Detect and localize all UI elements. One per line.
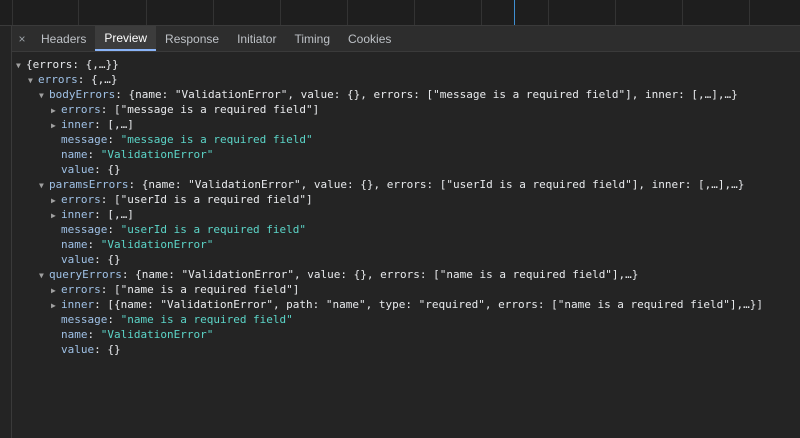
json-preview-tree: ▼ {errors: {,…}} ▼ errors: {,…} ▼ bodyError…: [12, 52, 800, 438]
string-value: "ValidationError": [100, 328, 214, 341]
root-preview: {errors: {,…}}: [26, 58, 119, 71]
close-icon[interactable]: ×: [12, 26, 32, 51]
tree-row-bodyerrors-value: value: {}: [61, 163, 121, 176]
property-key: errors: [61, 103, 101, 116]
property-key: name: [61, 238, 88, 251]
timeline-gridline: [414, 0, 415, 25]
tree-row-paramserrors-errors[interactable]: ▶ errors: ["userId is a required field"]: [12, 192, 800, 207]
tree-row-bodyerrors-name: name: "ValidationError": [61, 148, 214, 161]
property-preview: {,…}: [91, 73, 118, 86]
expanded-triangle-icon[interactable]: ▼: [39, 268, 49, 283]
property-preview: ["message is a required field"]: [114, 103, 320, 116]
property-key: errors: [61, 193, 101, 206]
tab-headers[interactable]: Headers: [32, 26, 95, 51]
string-value: "ValidationError": [100, 148, 214, 161]
property-key: value: [61, 343, 95, 356]
property-key: name: [61, 328, 88, 341]
expanded-triangle-icon[interactable]: ▼: [16, 58, 26, 73]
string-value: "ValidationError": [100, 238, 214, 251]
tree-row-paramserrors-value: value: {}: [61, 253, 121, 266]
tree-row-queryerrors-inner[interactable]: ▶ inner: [{name: "ValidationError", path:…: [12, 297, 800, 312]
property-preview: ["name is a required field"]: [114, 283, 300, 296]
timeline-current-marker: [514, 0, 515, 25]
object-value: {}: [107, 163, 121, 176]
property-key: inner: [61, 118, 95, 131]
tab-initiator[interactable]: Initiator: [228, 26, 285, 51]
property-preview: [{name: "ValidationError", path: "name",…: [107, 298, 764, 311]
tree-row-paramserrors-inner[interactable]: ▶ inner: [,…]: [12, 207, 800, 222]
tab-preview[interactable]: Preview: [95, 26, 157, 51]
network-timeline-strip: [0, 0, 800, 26]
tab-cookies[interactable]: Cookies: [339, 26, 400, 51]
object-value: {}: [107, 343, 121, 356]
tree-row-queryerrors-value: value: {}: [61, 343, 121, 356]
string-value: "message is a required field": [120, 133, 313, 146]
tree-row-bodyerrors-inner[interactable]: ▶ inner: [,…]: [12, 117, 800, 132]
tree-row-paramserrors-message: message: "userId is a required field": [61, 223, 307, 236]
string-value: "name is a required field": [120, 313, 293, 326]
tree-row-errors[interactable]: ▼ errors: {,…}: [12, 72, 800, 87]
property-key: queryErrors: [49, 268, 122, 281]
property-preview: {name: "ValidationError", value: {}, err…: [135, 268, 639, 281]
property-key: bodyErrors: [49, 88, 116, 101]
detail-tabbar: × Headers Preview Response Initiator Tim…: [12, 26, 800, 52]
tree-row-root[interactable]: ▼ {errors: {,…}}: [12, 57, 800, 72]
tree-row-paramserrors-name: name: "ValidationError": [61, 238, 214, 251]
property-preview: {name: "ValidationError", value: {}, err…: [128, 88, 738, 101]
tree-row-bodyerrors-message: message: "message is a required field": [61, 133, 313, 146]
expanded-triangle-icon[interactable]: ▼: [39, 178, 49, 193]
property-preview: [,…]: [107, 208, 134, 221]
timeline-gridline: [146, 0, 147, 25]
string-value: "userId is a required field": [120, 223, 307, 236]
property-preview: {name: "ValidationError", value: {}, err…: [141, 178, 745, 191]
timeline-gridline: [78, 0, 79, 25]
tree-row-queryerrors-message: message: "name is a required field": [61, 313, 293, 326]
property-preview: [,…]: [107, 118, 134, 131]
property-key: errors: [61, 283, 101, 296]
timeline-gridline: [548, 0, 549, 25]
collapsed-triangle-icon[interactable]: ▶: [51, 103, 61, 118]
collapsed-triangle-icon[interactable]: ▶: [51, 208, 61, 223]
property-key: message: [61, 133, 108, 146]
timeline-gridline: [481, 0, 482, 25]
property-key: value: [61, 163, 95, 176]
collapsed-triangle-icon[interactable]: ▶: [51, 298, 61, 313]
timeline-gridline: [12, 0, 13, 25]
property-key: paramsErrors: [49, 178, 129, 191]
object-value: {}: [107, 253, 121, 266]
property-key: inner: [61, 298, 95, 311]
timeline-gridline: [749, 0, 750, 25]
tab-timing[interactable]: Timing: [285, 26, 339, 51]
tree-row-queryerrors-errors[interactable]: ▶ errors: ["name is a required field"]: [12, 282, 800, 297]
property-key: name: [61, 148, 88, 161]
collapsed-triangle-icon[interactable]: ▶: [51, 283, 61, 298]
timeline-gridline: [682, 0, 683, 25]
expanded-triangle-icon[interactable]: ▼: [28, 73, 38, 88]
timeline-gridline: [280, 0, 281, 25]
tree-row-bodyerrors[interactable]: ▼ bodyErrors: {name: "ValidationError", v…: [12, 87, 800, 102]
property-preview: ["userId is a required field"]: [114, 193, 313, 206]
timeline-gridline: [213, 0, 214, 25]
request-list-pane-edge[interactable]: [0, 26, 12, 438]
property-key: message: [61, 223, 108, 236]
property-key: message: [61, 313, 108, 326]
tree-row-paramserrors[interactable]: ▼ paramsErrors: {name: "ValidationError",…: [12, 177, 800, 192]
tree-row-bodyerrors-errors[interactable]: ▶ errors: ["message is a required field"]: [12, 102, 800, 117]
timeline-gridline: [347, 0, 348, 25]
property-key: errors: [38, 73, 78, 86]
property-key: inner: [61, 208, 95, 221]
collapsed-triangle-icon[interactable]: ▶: [51, 118, 61, 133]
timeline-gridline: [615, 0, 616, 25]
property-key: value: [61, 253, 95, 266]
tree-row-queryerrors-name: name: "ValidationError": [61, 328, 214, 341]
collapsed-triangle-icon[interactable]: ▶: [51, 193, 61, 208]
tab-response[interactable]: Response: [156, 26, 228, 51]
tree-row-queryerrors[interactable]: ▼ queryErrors: {name: "ValidationError", …: [12, 267, 800, 282]
expanded-triangle-icon[interactable]: ▼: [39, 88, 49, 103]
